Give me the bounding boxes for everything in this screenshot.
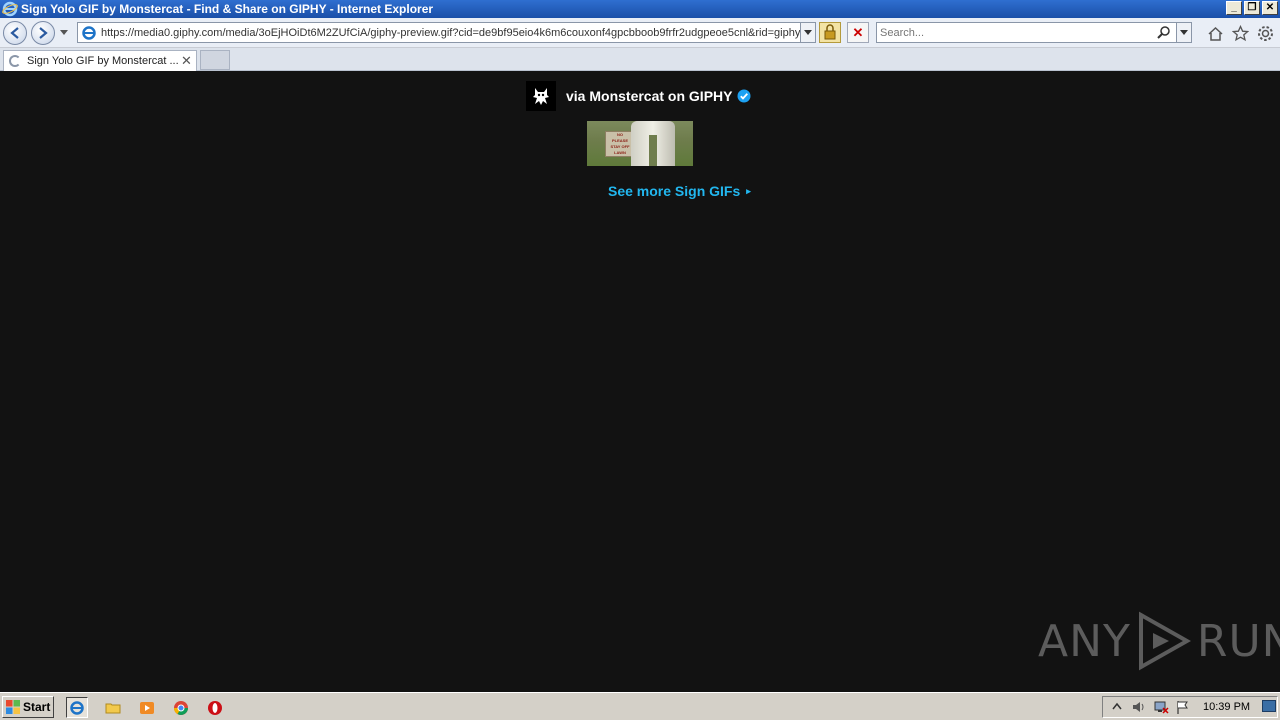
address-bar[interactable]: https://media0.giphy.com/media/3oEjHOiDt…	[77, 22, 816, 43]
toolbar-icons	[1207, 24, 1274, 42]
search-dropdown-icon[interactable]	[1176, 23, 1191, 42]
watermark-right-text: RUN	[1196, 615, 1280, 667]
back-button[interactable]	[3, 21, 27, 45]
internet-explorer-icon	[2, 1, 18, 17]
page-content: via Monstercat on GIPHY NO PLEASE STAY O…	[0, 71, 1280, 692]
show-desktop-button[interactable]	[1262, 700, 1276, 712]
taskbar-media-player[interactable]	[136, 697, 158, 718]
volume-icon[interactable]	[1131, 699, 1147, 715]
address-url[interactable]: https://media0.giphy.com/media/3oEjHOiDt…	[101, 27, 800, 39]
window-controls: _ ❐ ✕	[1226, 1, 1278, 15]
tab-bar: Sign Yolo GIF by Monstercat ... ✕	[0, 48, 1280, 71]
gif-figure-gap	[649, 135, 657, 166]
taskbar-chrome[interactable]	[170, 697, 192, 718]
system-tray: 10:39 PM	[1102, 696, 1278, 718]
forward-arrow-icon	[39, 27, 48, 39]
search-icon[interactable]	[1157, 25, 1171, 39]
network-icon[interactable]	[1153, 699, 1169, 715]
folder-icon	[105, 703, 121, 713]
taskbar-internet-explorer[interactable]	[66, 697, 88, 718]
tab-label: Sign Yolo GIF by Monstercat ...	[27, 55, 179, 67]
internet-explorer-icon	[70, 700, 84, 715]
search-input[interactable]	[880, 25, 1150, 40]
tray-expand-icon[interactable]	[1109, 699, 1125, 715]
window-title-bar[interactable]: Sign Yolo GIF by Monstercat - Find & Sha…	[0, 0, 1280, 18]
chevron-right-icon: ▸	[746, 185, 751, 196]
windows-logo-icon	[6, 700, 20, 714]
new-tab-button[interactable]	[200, 50, 230, 70]
history-dropdown-icon[interactable]	[60, 30, 68, 35]
start-button[interactable]: Start	[2, 696, 54, 718]
navigation-bar: https://media0.giphy.com/media/3oEjHOiDt…	[0, 18, 1280, 48]
monstercat-logo-icon	[533, 88, 549, 105]
address-dropdown-icon[interactable]	[800, 23, 815, 42]
home-icon[interactable]	[1207, 25, 1224, 42]
security-lock-button[interactable]	[819, 22, 841, 43]
minimize-button[interactable]: _	[1226, 1, 1242, 15]
action-center-flag-icon[interactable]	[1175, 699, 1191, 715]
attribution[interactable]: via Monstercat on GIPHY	[526, 81, 751, 111]
media-player-icon	[140, 701, 154, 714]
tab-giphy[interactable]: Sign Yolo GIF by Monstercat ... ✕	[3, 50, 197, 71]
taskbar-file-explorer[interactable]	[102, 697, 124, 718]
loading-spinner-icon	[9, 55, 21, 67]
tab-close-icon[interactable]: ✕	[181, 53, 192, 69]
watermark-left-text: ANY	[1038, 615, 1131, 667]
close-window-button[interactable]: ✕	[1262, 1, 1278, 15]
search-box[interactable]	[876, 22, 1192, 43]
gif-sign-line: STAY OFF LAWN	[610, 144, 630, 155]
favorites-star-icon[interactable]	[1231, 24, 1250, 42]
taskbar: Start 10:39 PM	[0, 692, 1280, 720]
restore-button[interactable]: ❐	[1244, 1, 1260, 15]
stop-button[interactable]: ✕	[847, 22, 869, 43]
monstercat-avatar[interactable]	[526, 81, 556, 111]
see-more-link[interactable]: See more Sign GIFs ▸	[608, 183, 751, 199]
gear-icon[interactable]	[1257, 25, 1274, 42]
anyrun-watermark: ANY RUN	[1038, 609, 1280, 673]
forward-button[interactable]	[31, 21, 55, 45]
attribution-text[interactable]: via Monstercat on GIPHY	[566, 88, 732, 104]
opera-icon	[208, 700, 222, 715]
start-label: Start	[23, 700, 51, 714]
play-triangle-icon	[1138, 611, 1191, 671]
clock[interactable]: 10:39 PM	[1203, 701, 1250, 713]
page-ie-icon	[82, 25, 96, 40]
verified-badge-icon	[737, 89, 751, 103]
back-arrow-icon	[10, 27, 19, 39]
see-more-text: See more Sign GIFs	[608, 183, 741, 199]
taskbar-opera[interactable]	[204, 697, 226, 718]
window-title: Sign Yolo GIF by Monstercat - Find & Sha…	[21, 2, 434, 16]
lock-icon	[824, 24, 836, 40]
gif-preview-image[interactable]: NO PLEASE STAY OFF LAWN	[587, 121, 693, 166]
chrome-icon	[174, 700, 188, 715]
